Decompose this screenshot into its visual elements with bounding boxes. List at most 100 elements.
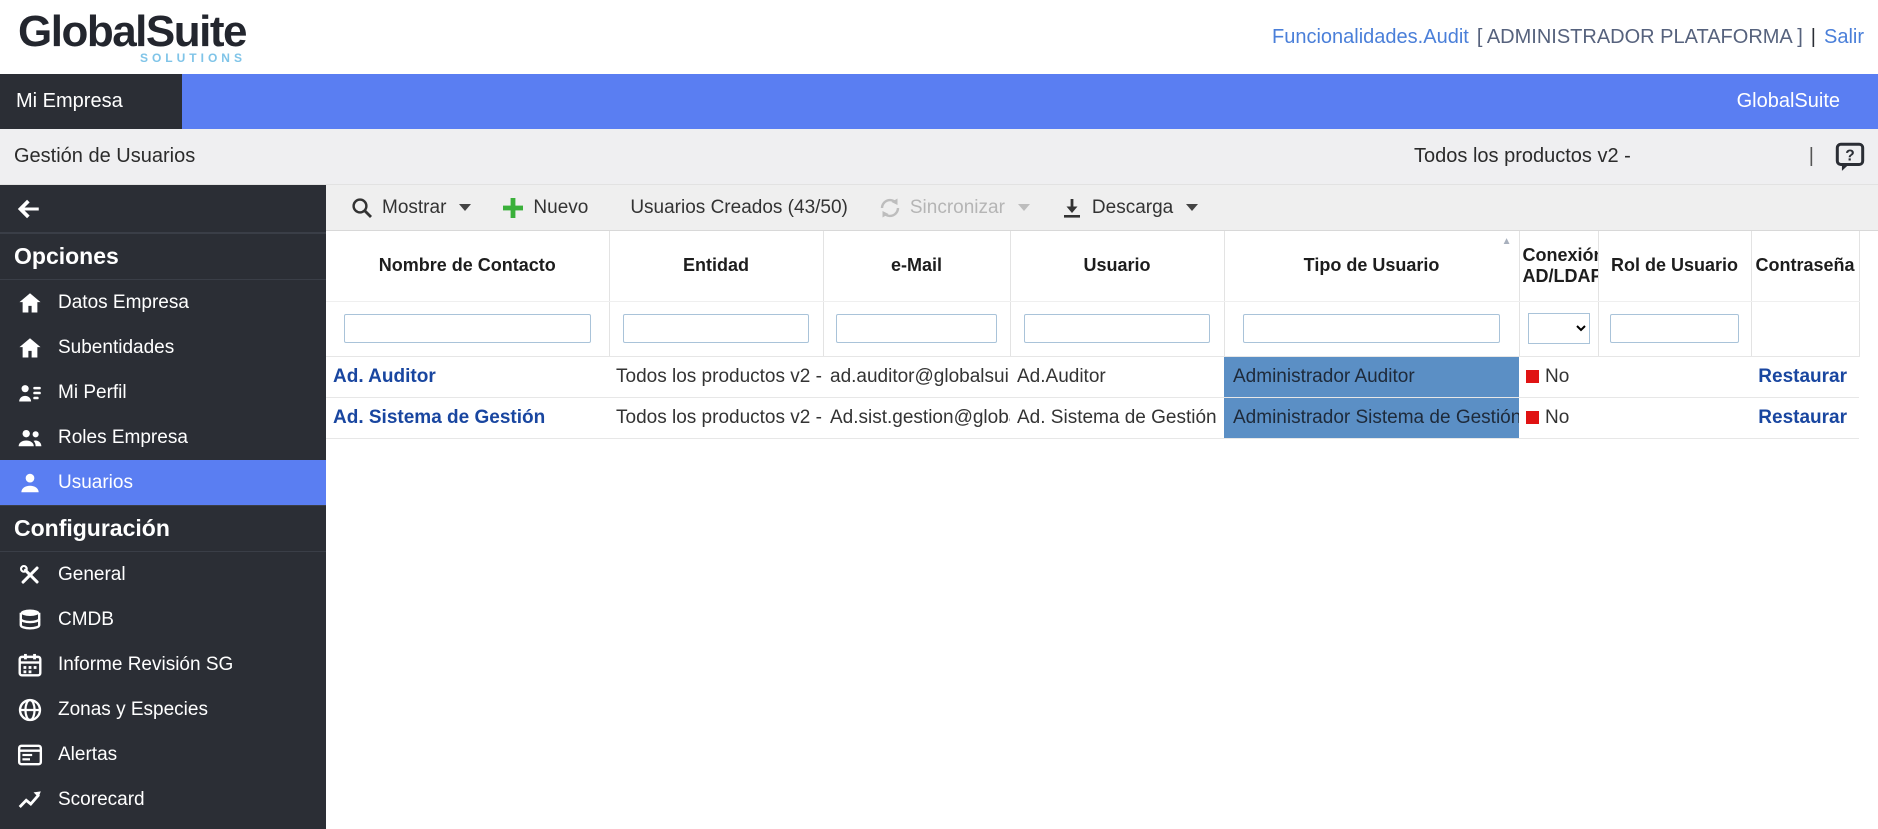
sidebar-item-usuarios[interactable]: Usuarios bbox=[0, 460, 326, 505]
chevron-down-icon bbox=[1186, 204, 1198, 211]
user-usuario: Ad.Auditor bbox=[1010, 356, 1224, 397]
sidebar-item-scorecard[interactable]: Scorecard bbox=[0, 777, 326, 822]
nuevo-button[interactable]: Nuevo bbox=[501, 196, 588, 220]
breadcrumb-right: Todos los productos v2 - | ? bbox=[1414, 142, 1866, 172]
breadcrumb-bar: Gestión de Usuarios Todos los productos … bbox=[0, 129, 1878, 185]
tab-mi-empresa[interactable]: Mi Empresa bbox=[0, 74, 182, 129]
sidebar-item-informe-revision-sg[interactable]: Informe Revisión SG bbox=[0, 642, 326, 687]
sort-ascending-icon: ▲ bbox=[1502, 236, 1512, 248]
sidebar-item-zonas-y-especies[interactable]: Zonas y Especies bbox=[0, 687, 326, 732]
user-email: Ad.sist.gestion@globa bbox=[823, 397, 1010, 438]
descarga-dropdown[interactable]: Descarga bbox=[1060, 196, 1198, 220]
table-row[interactable]: Ad. Sistema de Gestión Todos los product… bbox=[326, 397, 1859, 438]
trend-arrow-icon bbox=[17, 787, 43, 813]
sidebar-item-label: Scorecard bbox=[58, 789, 145, 811]
sidebar-item-label: Datos Empresa bbox=[58, 292, 189, 314]
chevron-down-icon bbox=[459, 204, 471, 211]
user-contrasena-cell: Restaurar bbox=[1751, 356, 1859, 397]
mostrar-label: Mostrar bbox=[382, 197, 446, 219]
funcionalidades-link[interactable]: Funcionalidades.Audit bbox=[1272, 26, 1469, 49]
col-header-conexion-ad-ldap[interactable]: Conexión AD/LDAP bbox=[1519, 231, 1598, 301]
nav-separator: | bbox=[1811, 26, 1816, 49]
nuevo-label: Nuevo bbox=[533, 197, 588, 219]
sync-icon bbox=[878, 196, 902, 220]
col-header-nombre-de-contacto[interactable]: Nombre de Contacto bbox=[326, 231, 609, 301]
help-button[interactable]: ? bbox=[1834, 142, 1866, 172]
col-header-email[interactable]: e-Mail bbox=[823, 231, 1010, 301]
users-table: Nombre de Contacto Entidad e-Mail Usuari… bbox=[326, 231, 1860, 439]
filter-email-input[interactable] bbox=[836, 314, 998, 343]
table-filter-row bbox=[326, 301, 1859, 356]
user-tipo-badge: Administrador Sistema de Gestión bbox=[1224, 398, 1519, 438]
col-header-contrasena[interactable]: Contraseña bbox=[1751, 231, 1859, 301]
sidebar-item-label: Informe Revisión SG bbox=[58, 654, 233, 676]
sidebar-item-label: Usuarios bbox=[58, 472, 133, 494]
sidebar-item-label: Zonas y Especies bbox=[58, 699, 208, 721]
sidebar-item-alertas[interactable]: Alertas bbox=[0, 732, 326, 777]
sidebar-item-datos-empresa[interactable]: Datos Empresa bbox=[0, 280, 326, 325]
database-icon bbox=[17, 607, 43, 633]
filter-rol-input[interactable] bbox=[1610, 314, 1739, 343]
sidebar-item-cmdb[interactable]: CMDB bbox=[0, 597, 326, 642]
back-arrow-icon bbox=[16, 196, 42, 222]
sidebar-item-roles-empresa[interactable]: Roles Empresa bbox=[0, 415, 326, 460]
filter-nombre-input[interactable] bbox=[344, 314, 591, 343]
content-area: Mostrar Nuevo Usuarios Creados (43/50) bbox=[326, 185, 1878, 829]
top-nav: Funcionalidades.Audit [ ADMINISTRADOR PL… bbox=[1272, 26, 1864, 49]
logout-link[interactable]: Salir bbox=[1824, 26, 1864, 49]
calendar-icon bbox=[17, 652, 43, 678]
sidebar-item-general[interactable]: General bbox=[0, 552, 326, 597]
chevron-down-icon bbox=[1018, 204, 1030, 211]
user-entidad: Todos los productos v2 - bbox=[609, 356, 823, 397]
sidebar-item-mi-perfil[interactable]: Mi Perfil bbox=[0, 370, 326, 415]
filter-conexion-select[interactable] bbox=[1528, 313, 1590, 344]
logo-text: GlobalSuite bbox=[18, 10, 246, 54]
col-header-entidad[interactable]: Entidad bbox=[609, 231, 823, 301]
sidebar-item-label: Alertas bbox=[58, 744, 117, 766]
col-header-rol-de-usuario[interactable]: Rol de Usuario bbox=[1598, 231, 1751, 301]
back-button[interactable] bbox=[0, 185, 326, 233]
id-card-icon bbox=[17, 380, 43, 406]
sidebar-item-subentidades[interactable]: Subentidades bbox=[0, 325, 326, 370]
appbar-brand: GlobalSuite bbox=[1737, 74, 1878, 129]
help-bubble-icon: ? bbox=[1834, 142, 1866, 172]
user-entidad: Todos los productos v2 - bbox=[609, 397, 823, 438]
user-conexion-value: No bbox=[1545, 407, 1569, 428]
user-email: ad.auditor@globalsui bbox=[823, 356, 1010, 397]
user-name-link[interactable]: Ad. Auditor bbox=[326, 356, 609, 397]
sidebar-item-label: Subentidades bbox=[58, 337, 174, 359]
filter-tipo-input[interactable] bbox=[1243, 314, 1500, 343]
col-header-tipo-de-usuario[interactable]: Tipo de Usuario ▲ bbox=[1224, 231, 1519, 301]
user-conexion-cell: No bbox=[1519, 397, 1598, 438]
globalsuite-logo[interactable]: GlobalSuite SOLUTIONS bbox=[18, 10, 246, 65]
table-header-row: Nombre de Contacto Entidad e-Mail Usuari… bbox=[326, 231, 1859, 301]
status-red-square-icon bbox=[1526, 411, 1539, 424]
restaurar-link[interactable]: Restaurar bbox=[1758, 366, 1847, 387]
user-rol-cell bbox=[1598, 356, 1751, 397]
user-tipo-cell: Administrador Sistema de Gestión bbox=[1224, 397, 1519, 438]
toolbar: Mostrar Nuevo Usuarios Creados (43/50) bbox=[326, 185, 1878, 231]
user-conexion-value: No bbox=[1545, 366, 1569, 387]
col-header-usuario[interactable]: Usuario bbox=[1010, 231, 1224, 301]
plus-icon bbox=[501, 196, 525, 220]
sidebar-item-label: Mi Perfil bbox=[58, 382, 127, 404]
people-icon bbox=[17, 425, 43, 451]
sidebar-item-label: General bbox=[58, 564, 126, 586]
person-icon bbox=[17, 470, 43, 496]
user-name-link[interactable]: Ad. Sistema de Gestión bbox=[326, 397, 609, 438]
entity-context-label: Todos los productos v2 - bbox=[1414, 145, 1631, 168]
restaurar-link[interactable]: Restaurar bbox=[1758, 407, 1847, 428]
page-title: Gestión de Usuarios bbox=[14, 145, 195, 168]
table-row[interactable]: Ad. Auditor Todos los productos v2 - ad.… bbox=[326, 356, 1859, 397]
sincronizar-dropdown[interactable]: Sincronizar bbox=[878, 196, 1030, 220]
filter-usuario-input[interactable] bbox=[1024, 314, 1210, 343]
mostrar-dropdown[interactable]: Mostrar bbox=[350, 196, 471, 220]
sidebar-item-label: Roles Empresa bbox=[58, 427, 188, 449]
main-area: Opciones Datos Empresa Subentidades bbox=[0, 185, 1878, 829]
breadcrumb-separator: | bbox=[1809, 145, 1814, 168]
filter-entidad-input[interactable] bbox=[623, 314, 809, 343]
window-alert-icon bbox=[17, 742, 43, 768]
download-icon bbox=[1060, 196, 1084, 220]
descarga-label: Descarga bbox=[1092, 197, 1173, 219]
section-title-opciones: Opciones bbox=[0, 233, 326, 280]
